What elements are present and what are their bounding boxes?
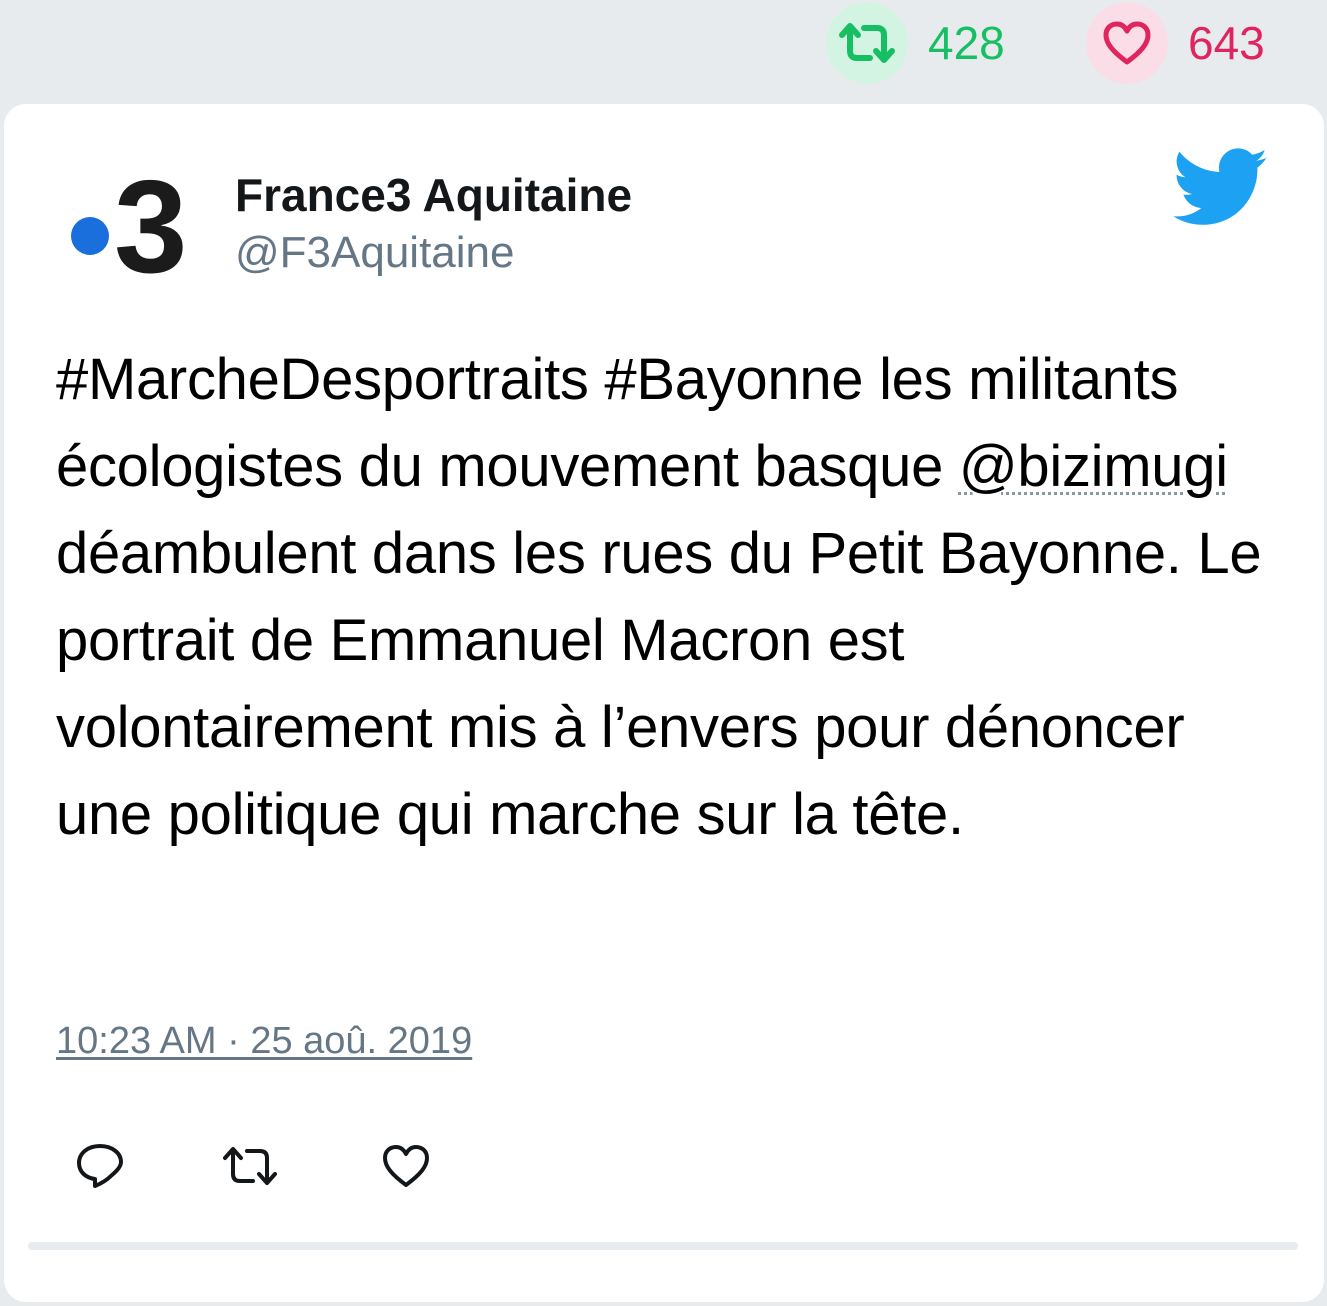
retweet-action-icon[interactable] <box>218 1134 282 1198</box>
like-count: 643 <box>1188 17 1265 69</box>
mention-link[interactable]: @bizimugi <box>959 434 1228 499</box>
retweet-count: 428 <box>928 17 1005 69</box>
tweet-card: 3 France3 Aquitaine @F3Aquitaine #Marche… <box>4 104 1324 1302</box>
retweet-stat[interactable]: 428 <box>826 0 1005 86</box>
heart-icon[interactable] <box>1086 2 1168 84</box>
like-stat[interactable]: 643 <box>1086 0 1265 86</box>
tweet-text-end: déambulent dans les rues du Petit Bayonn… <box>56 521 1262 847</box>
tweet-text: #MarcheDesportraits #Bayonne les militan… <box>56 336 1286 858</box>
avatar-logo-text: 3 <box>114 162 187 282</box>
author-handle[interactable]: @F3Aquitaine <box>235 228 515 278</box>
author-display-name[interactable]: France3 Aquitaine <box>235 168 632 222</box>
heart-action-icon[interactable] <box>374 1134 438 1198</box>
reply-icon[interactable] <box>68 1134 132 1198</box>
twitter-bird-icon[interactable] <box>1172 148 1270 228</box>
divider <box>28 1242 1298 1250</box>
retweet-icon[interactable] <box>826 2 908 84</box>
tweet-timestamp[interactable]: 10:23 AM · 25 aoû. 2019 <box>56 1020 472 1063</box>
engagement-stats-bar: 428 643 <box>0 0 1327 100</box>
avatar[interactable]: 3 <box>62 153 212 300</box>
tweet-actions <box>56 1134 556 1198</box>
